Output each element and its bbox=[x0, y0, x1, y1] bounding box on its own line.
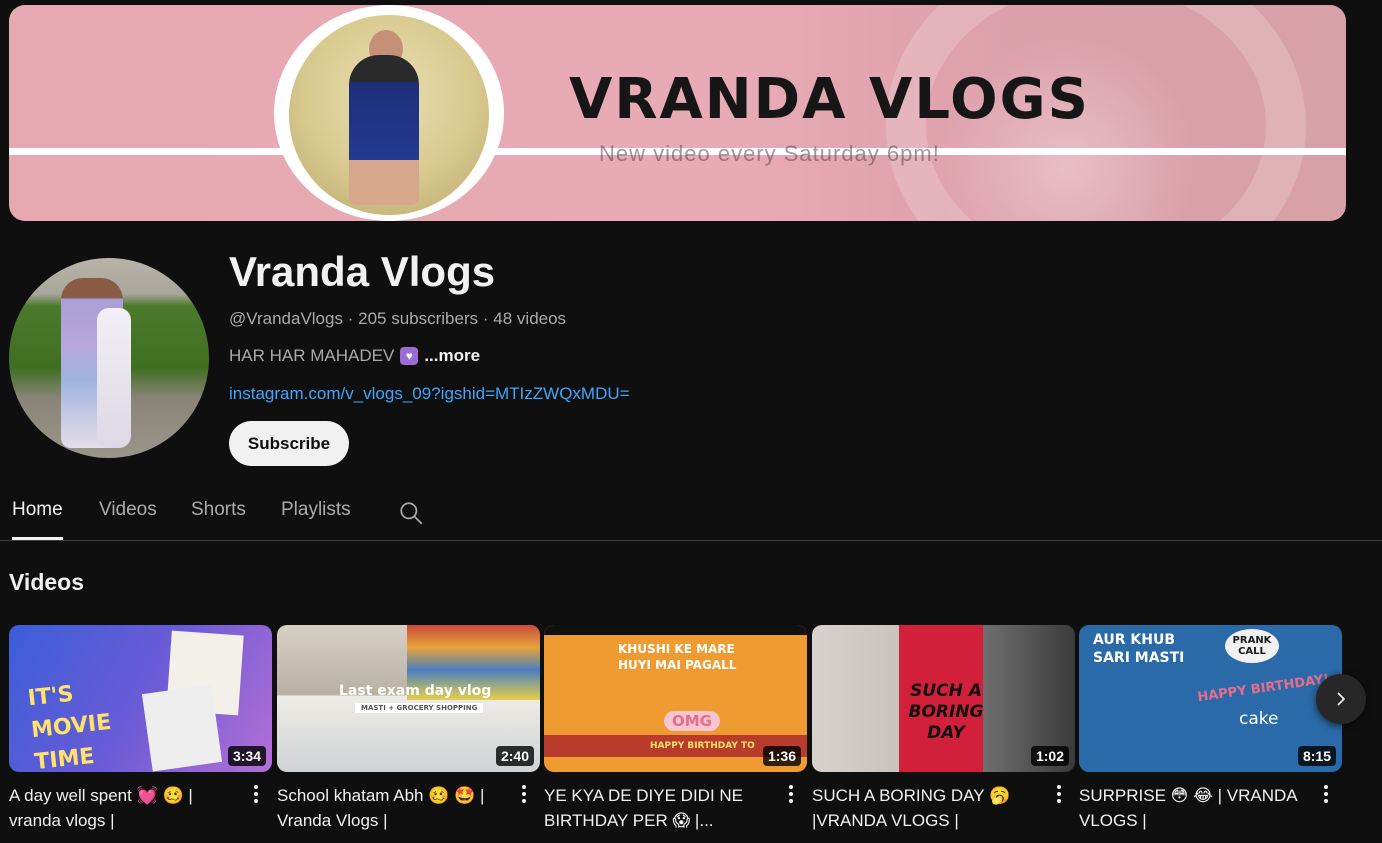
video-duration: 2:40 bbox=[495, 746, 534, 766]
subscribe-button[interactable]: Subscribe bbox=[229, 421, 349, 466]
thumbnail-subtext: HAPPY BIRTHDAY! bbox=[1196, 671, 1331, 706]
more-options-icon[interactable] bbox=[1319, 783, 1333, 805]
more-options-icon[interactable] bbox=[249, 783, 263, 805]
video-title[interactable]: School khatam Abh 🥴 🤩 | Vranda Vlogs | bbox=[277, 783, 502, 833]
chevron-right-icon bbox=[1337, 692, 1346, 706]
video-title[interactable]: YE KYA DE DIYE DIDI NE BIRTHDAY PER 😱 |.… bbox=[544, 783, 769, 833]
thumbnail-text: Last exam day vlog bbox=[339, 683, 492, 699]
thumbnail-text: AUR KHUB SARI MASTI bbox=[1093, 632, 1185, 666]
meta-separator: · bbox=[482, 309, 489, 328]
channel-meta: @VrandaVlogs · 205 subscribers · 48 vide… bbox=[229, 309, 566, 329]
video-thumbnail[interactable]: AUR KHUB SARI MASTI PRANK CALL HAPPY BIR… bbox=[1079, 625, 1342, 772]
video-card[interactable]: Last exam day vlog MASTI + GROCERY SHOPP… bbox=[277, 625, 540, 830]
channel-name: Vranda Vlogs bbox=[229, 248, 496, 295]
more-link[interactable]: ...more bbox=[424, 346, 480, 366]
video-thumbnail[interactable]: SUCH A BORING DAY 1:02 bbox=[812, 625, 1075, 772]
description-text: HAR HAR MAHADEV bbox=[229, 346, 395, 365]
channel-banner: VRANDA VLOGS New video every Saturday 6p… bbox=[9, 5, 1346, 221]
search-icon[interactable] bbox=[398, 500, 424, 526]
video-card[interactable]: IT'S MOVIE TIME 3:34 A day well spent 💓 … bbox=[9, 625, 272, 830]
channel-page: VRANDA VLOGS New video every Saturday 6p… bbox=[0, 0, 1382, 843]
thumbnail-subtext: HAPPY BIRTHDAY TO bbox=[650, 741, 755, 751]
tab-home[interactable]: Home bbox=[12, 489, 63, 540]
video-duration: 1:36 bbox=[762, 746, 801, 766]
banner-photo bbox=[289, 15, 489, 215]
banner-photo-figure bbox=[349, 55, 419, 205]
video-duration: 3:34 bbox=[227, 746, 266, 766]
channel-description[interactable]: HAR HAR MAHADEV ♥ ...more bbox=[229, 346, 480, 366]
video-thumbnail[interactable]: Last exam day vlog MASTI + GROCERY SHOPP… bbox=[277, 625, 540, 772]
subscriber-count: 205 subscribers bbox=[358, 309, 479, 328]
channel-external-link[interactable]: instagram.com/v_vlogs_09?igshid=MTIzZWQx… bbox=[229, 384, 630, 404]
more-options-icon[interactable] bbox=[784, 783, 798, 805]
banner-title: VRANDA VLOGS bbox=[569, 67, 1090, 132]
tab-videos[interactable]: Videos bbox=[99, 489, 157, 540]
section-title-videos: Videos bbox=[9, 569, 84, 595]
video-duration: 1:02 bbox=[1030, 746, 1069, 766]
carousel-next-button[interactable] bbox=[1316, 674, 1366, 724]
channel-handle: @VrandaVlogs bbox=[229, 309, 343, 328]
thumbnail-text: KHUSHI KE MARE HUYI MAI PAGALL bbox=[618, 642, 737, 672]
thumbnail-badge: PRANK CALL bbox=[1225, 629, 1279, 663]
video-title[interactable]: SURPRISE 😳 😂 | VRANDA VLOGS | bbox=[1079, 783, 1304, 833]
tab-shorts[interactable]: Shorts bbox=[191, 489, 246, 540]
thumbnail-bar bbox=[544, 625, 807, 635]
video-title[interactable]: A day well spent 💓 🥴 | vranda vlogs | bbox=[9, 783, 234, 833]
meta-separator: · bbox=[347, 309, 354, 328]
video-title[interactable]: SUCH A BORING DAY 🥱 |VRANDA VLOGS | bbox=[812, 783, 1037, 833]
thumbnail-extra: cake bbox=[1239, 709, 1279, 729]
more-options-icon[interactable] bbox=[517, 783, 531, 805]
thumbnail-badge: OMG bbox=[664, 711, 720, 731]
video-card[interactable]: AUR KHUB SARI MASTI PRANK CALL HAPPY BIR… bbox=[1079, 625, 1342, 830]
tab-playlists[interactable]: Playlists bbox=[281, 489, 351, 540]
channel-tabs: Home Videos Shorts Playlists bbox=[0, 489, 1382, 541]
thumbnail-subtext: MASTI + GROCERY SHOPPING bbox=[355, 703, 484, 713]
video-thumbnail[interactable]: KHUSHI KE MARE HUYI MAI PAGALL OMG HAPPY… bbox=[544, 625, 807, 772]
thumbnail-text: SUCH A BORING DAY bbox=[908, 681, 984, 743]
banner-subtitle: New video every Saturday 6pm! bbox=[599, 141, 940, 166]
video-duration: 8:15 bbox=[1297, 746, 1336, 766]
video-count: 48 videos bbox=[493, 309, 567, 328]
video-thumbnail[interactable]: IT'S MOVIE TIME 3:34 bbox=[9, 625, 272, 772]
more-options-icon[interactable] bbox=[1052, 783, 1066, 805]
video-card[interactable]: KHUSHI KE MARE HUYI MAI PAGALL OMG HAPPY… bbox=[544, 625, 807, 830]
thumbnail-text: IT'S MOVIE TIME bbox=[26, 681, 113, 772]
video-card[interactable]: SUCH A BORING DAY 1:02 SUCH A BORING DAY… bbox=[812, 625, 1075, 830]
avatar-scarf bbox=[97, 308, 131, 448]
channel-avatar[interactable] bbox=[9, 258, 209, 458]
purple-heart-icon: ♥ bbox=[400, 347, 419, 365]
